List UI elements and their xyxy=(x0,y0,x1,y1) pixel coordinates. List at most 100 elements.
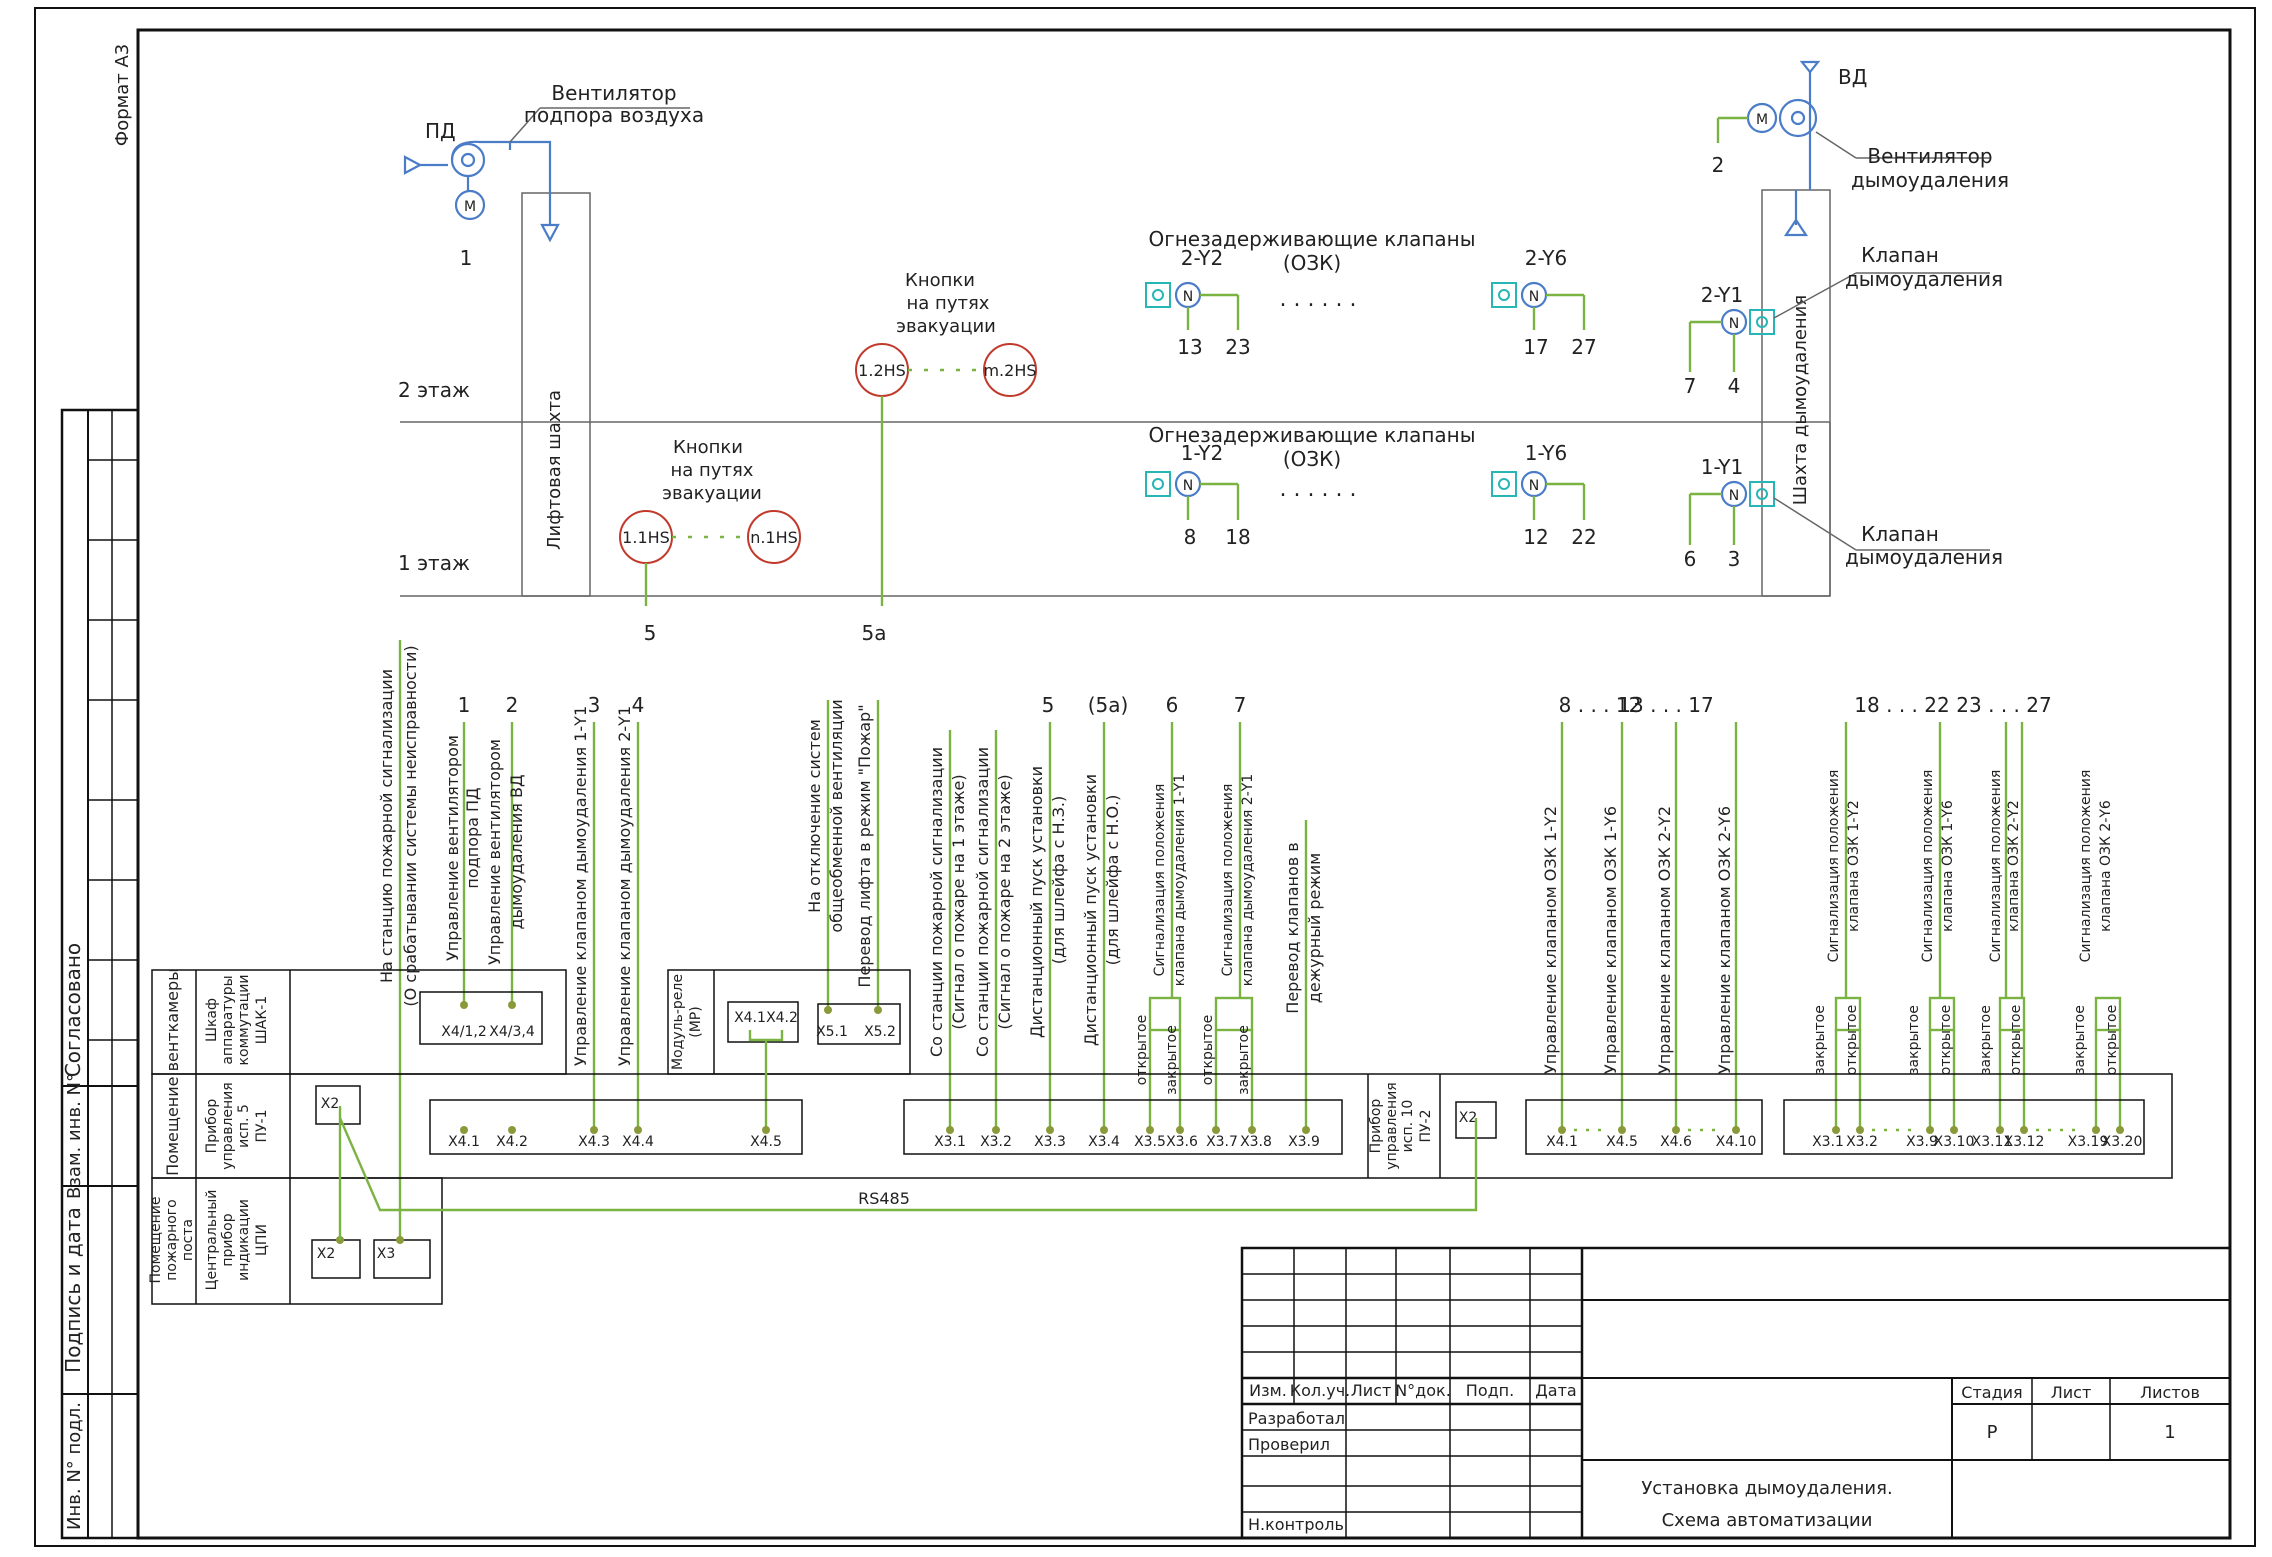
svg-text:X4/3,4: X4/3,4 xyxy=(489,1024,535,1040)
svg-text:12: 12 xyxy=(1523,525,1548,549)
svg-text:X2: X2 xyxy=(321,1096,340,1112)
svg-text:Дата: Дата xyxy=(1535,1381,1576,1400)
svg-text:пожарного: пожарного xyxy=(164,1199,180,1280)
svg-text:23 . . . 27: 23 . . . 27 xyxy=(1956,693,2051,717)
valve-2y2-tag: 2-Y2 xyxy=(1181,246,1224,270)
svg-text:На станцию пожарной сигнализац: На станцию пожарной сигнализации xyxy=(377,669,396,983)
svg-text:Сигнализация положения: Сигнализация положения xyxy=(1826,770,1842,963)
svg-text:Со станции пожарной сигнализац: Со станции пожарной сигнализации xyxy=(973,747,992,1057)
fire-valves-floor2: Огнезадерживающие клапаны (ОЗК) . . . . … xyxy=(1145,227,1597,359)
schematic-sheet: Формат А3 Согласовано Взам. инв. N° Подп… xyxy=(34,7,2256,1547)
button-1-1hs: 1.1HS xyxy=(622,528,670,547)
svg-text:открытое: открытое xyxy=(2008,1005,2024,1075)
svg-text:5: 5 xyxy=(644,621,657,645)
svg-text:X3.1: X3.1 xyxy=(934,1134,966,1150)
svg-text:N: N xyxy=(1183,289,1193,305)
fire-valves-floor1: Огнезадерживающие клапаны (ОЗК) . . . . … xyxy=(1145,423,1597,549)
svg-text:X2: X2 xyxy=(1459,1110,1478,1126)
svg-text:5: 5 xyxy=(1042,693,1055,717)
svg-text:1: 1 xyxy=(458,693,471,717)
svg-text:открытое: открытое xyxy=(2104,1005,2120,1075)
exhaust-fan: ВД М 2 Вентилятор дымоудаления xyxy=(1712,60,2009,237)
side-signature-date: Подпись и дата xyxy=(61,1207,85,1373)
svg-text:X3.20: X3.20 xyxy=(2102,1134,2143,1150)
svg-text:клапана ОЗК 2-Y2: клапана ОЗК 2-Y2 xyxy=(2006,800,2022,932)
svg-text:Прибор: Прибор xyxy=(204,1099,220,1154)
svg-text:Перевод лифта в режим "Пожар": Перевод лифта в режим "Пожар" xyxy=(855,704,874,987)
svg-text:дымоудаления: дымоудаления xyxy=(1845,545,2003,569)
svg-text:2: 2 xyxy=(506,693,519,717)
svg-text:ШАК-1: ШАК-1 xyxy=(254,996,270,1044)
svg-text:Вентилятор: Вентилятор xyxy=(1867,144,1992,168)
side-replace-inv: Взам. инв. N° xyxy=(64,1073,85,1199)
svg-text:Сигнализация положения: Сигнализация положения xyxy=(1920,770,1936,963)
svg-text:ПУ-2: ПУ-2 xyxy=(1418,1109,1434,1142)
svg-text:закрытое: закрытое xyxy=(1236,1025,1252,1095)
svg-text:Управление вентилятором: Управление вентилятором xyxy=(443,735,462,961)
supply-fan-tag: ПД xyxy=(425,119,456,143)
svg-text:Управление клапаном ОЗК 2-Y2: Управление клапаном ОЗК 2-Y2 xyxy=(1655,806,1674,1074)
svg-text:закрытое: закрытое xyxy=(1978,1005,1994,1075)
svg-text:8: 8 xyxy=(1184,525,1197,549)
svg-text:X5.1: X5.1 xyxy=(816,1024,848,1040)
rs485-label: RS485 xyxy=(858,1189,910,1208)
svg-text:Кол.уч.: Кол.уч. xyxy=(1290,1381,1350,1400)
svg-text:эвакуации: эвакуации xyxy=(896,316,996,337)
drawing-title: Установка дымоудаления. xyxy=(1641,1478,1892,1499)
svg-text:Изм.: Изм. xyxy=(1249,1381,1287,1400)
svg-text:N: N xyxy=(1729,316,1739,332)
svg-text:X3.2: X3.2 xyxy=(980,1134,1012,1150)
svg-text:X3.3: X3.3 xyxy=(1034,1134,1066,1150)
svg-text:Дистанционный пуск установки: Дистанционный пуск установки xyxy=(1081,774,1100,1046)
supply-fan-num: 1 xyxy=(460,246,473,270)
drawing-subtitle: Схема автоматизации xyxy=(1662,1510,1873,1531)
evac-buttons-floor1: Кнопки на путях эвакуации 1.1HS n.1HS 5 xyxy=(619,437,801,645)
svg-text:Подп.: Подп. xyxy=(1466,1381,1514,1400)
svg-text:. . . . . .: . . . . . . xyxy=(1280,287,1357,312)
svg-text:аппаратуры: аппаратуры xyxy=(220,975,236,1064)
svg-text:клапана дымоудаления 2-Y1: клапана дымоудаления 2-Y1 xyxy=(1240,774,1256,986)
svg-text:X3.12: X3.12 xyxy=(2004,1134,2045,1150)
svg-text:на путях: на путях xyxy=(671,460,754,481)
svg-text:Кнопки: Кнопки xyxy=(905,270,975,291)
svg-text:Управление вентилятором: Управление вентилятором xyxy=(485,739,504,965)
svg-text:27: 27 xyxy=(1571,335,1596,359)
svg-text:клапана ОЗК 1-Y2: клапана ОЗК 1-Y2 xyxy=(1846,800,1862,932)
svg-text:управления: управления xyxy=(220,1082,236,1169)
svg-text:1: 1 xyxy=(2164,1422,2175,1443)
svg-text:X4.2: X4.2 xyxy=(496,1134,528,1150)
valve-1y2-tag: 1-Y2 xyxy=(1181,441,1224,465)
svg-text:X4.1: X4.1 xyxy=(1546,1134,1578,1150)
svg-text:Листов: Листов xyxy=(2140,1383,2200,1402)
exhaust-fan-num: 2 xyxy=(1712,153,1725,177)
svg-text:X4/1,2: X4/1,2 xyxy=(441,1024,486,1040)
button-1-2hs: 1.2HS xyxy=(858,361,906,380)
side-stamp: Согласовано Взам. инв. N° Подпись и дата… xyxy=(60,408,140,1540)
svg-text:(О срабатывании системы неиспр: (О срабатывании системы неисправности) xyxy=(401,645,420,1006)
svg-text:дымоудаления: дымоудаления xyxy=(1845,267,2003,291)
svg-text:клапана дымоудаления 1-Y1: клапана дымоудаления 1-Y1 xyxy=(1172,774,1188,986)
svg-text:17: 17 xyxy=(1523,335,1548,359)
svg-text:Помещение венткамеры: Помещение венткамеры xyxy=(163,968,182,1176)
svg-text:клапана ОЗК 2-Y6: клапана ОЗК 2-Y6 xyxy=(2098,800,2114,932)
svg-text:X3.1: X3.1 xyxy=(1812,1134,1844,1150)
signal-wires xyxy=(398,640,2024,1240)
svg-text:эвакуации: эвакуации xyxy=(662,483,762,504)
svg-text:Н.контроль: Н.контроль xyxy=(1248,1515,1344,1534)
svg-text:X4.10: X4.10 xyxy=(1716,1134,1757,1150)
svg-text:(для шлейфа с Н.О.): (для шлейфа с Н.О.) xyxy=(1103,795,1122,966)
svg-text:Прибор: Прибор xyxy=(1368,1099,1384,1154)
svg-text:N: N xyxy=(1183,478,1193,494)
svg-text:X4.1: X4.1 xyxy=(448,1134,480,1150)
svg-text:18 . . . 22: 18 . . . 22 xyxy=(1854,693,1949,717)
svg-text:исп. 5: исп. 5 xyxy=(236,1104,252,1148)
svg-text:Вентилятор: Вентилятор xyxy=(551,81,676,105)
svg-text:(Сигнал о пожаре на 1 этаже): (Сигнал о пожаре на 1 этаже) xyxy=(949,774,968,1029)
svg-text:5а: 5а xyxy=(862,621,887,645)
svg-text:закрытое: закрытое xyxy=(1906,1005,1922,1075)
button-m-2hs: m.2HS xyxy=(983,361,1036,380)
valve-2y6-tag: 2-Y6 xyxy=(1525,246,1568,270)
evac-buttons-floor2: Кнопки на путях эвакуации 1.2HS m.2HS 5а xyxy=(855,270,1037,645)
svg-text:(5а): (5а) xyxy=(1088,693,1129,717)
svg-text:X3: X3 xyxy=(377,1246,396,1262)
